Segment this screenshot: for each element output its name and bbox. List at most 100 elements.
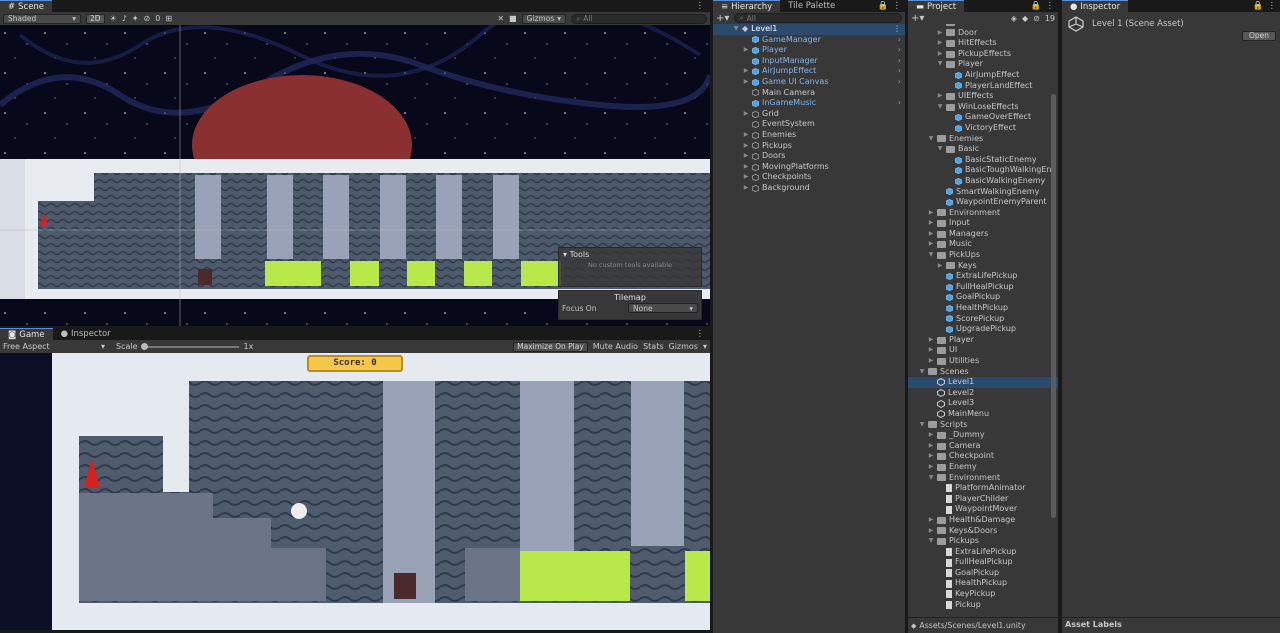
tab-inspector[interactable]: ● Inspector xyxy=(1062,0,1129,12)
project-item[interactable]: SmartWalkingEnemy xyxy=(908,187,1058,198)
project-item[interactable]: ExtraLifePickup xyxy=(908,547,1058,558)
lock-icon[interactable]: 🔒 xyxy=(878,1,889,11)
project-item[interactable]: GoalPickup xyxy=(908,568,1058,579)
scene-viewport[interactable]: ▾ Tools No custom tools available Tilema… xyxy=(0,25,710,326)
search-by-type-icon[interactable]: ◈ xyxy=(1011,14,1017,23)
gizmos-dropdown[interactable]: Gizmos ▾ xyxy=(521,13,566,24)
expand-arrow-icon[interactable]: ▶ xyxy=(928,451,934,462)
chevron-down-icon[interactable]: ▾ xyxy=(703,342,707,351)
chevron-right-icon[interactable]: › xyxy=(898,45,901,56)
expand-arrow-icon[interactable]: ▶ xyxy=(937,49,943,60)
chevron-right-icon[interactable]: › xyxy=(898,77,901,88)
project-item[interactable]: Pickup xyxy=(908,600,1058,611)
project-item[interactable]: ScorePickup xyxy=(908,314,1058,325)
hierarchy-item[interactable]: ▶ Enemies xyxy=(713,130,905,141)
mute-audio-toggle[interactable]: Mute Audio xyxy=(593,342,638,351)
expand-arrow-icon[interactable]: ▼ xyxy=(937,102,943,113)
project-item[interactable]: FullHealPickup xyxy=(908,557,1058,568)
project-scrollbar[interactable] xyxy=(1051,94,1056,518)
project-item[interactable]: MainMenu xyxy=(908,409,1058,420)
project-item[interactable]: ▶ Keys xyxy=(908,261,1058,272)
hidden-objects-icon[interactable]: ⊘ xyxy=(144,14,151,23)
stats-toggle[interactable]: Stats xyxy=(643,342,663,351)
project-item[interactable]: WaypointMover xyxy=(908,504,1058,515)
project-item[interactable]: ▼ Enemies xyxy=(908,134,1058,145)
hierarchy-item[interactable]: GameManager › xyxy=(713,35,905,46)
more-menu-icon[interactable]: ⋮ xyxy=(696,329,711,339)
project-item[interactable]: ExtraLifePickup xyxy=(908,271,1058,282)
hierarchy-item[interactable]: ▶ Doors xyxy=(713,151,905,162)
expand-arrow-icon[interactable]: ▼ xyxy=(919,367,925,378)
project-item[interactable]: ▼ Player xyxy=(908,59,1058,70)
expand-arrow-icon[interactable]: ▶ xyxy=(928,356,934,367)
more-menu-icon[interactable]: ⋮ xyxy=(1042,1,1059,11)
hierarchy-item[interactable]: ▶ MovingPlatforms xyxy=(713,162,905,173)
scene-root-row[interactable]: ▼ ◆ Level1 ⋮ xyxy=(713,24,905,35)
tab-inspector-lower[interactable]: ● Inspector xyxy=(53,328,119,340)
project-item[interactable]: ▶ Enemy xyxy=(908,462,1058,473)
expand-arrow-icon[interactable]: ▶ xyxy=(937,38,943,49)
expand-arrow-icon[interactable]: ▶ xyxy=(928,208,934,219)
game-viewport[interactable]: Score: 0 xyxy=(0,353,710,630)
chevron-right-icon[interactable]: › xyxy=(898,56,901,67)
2d-toggle[interactable]: 2D xyxy=(86,13,105,24)
expand-arrow-icon[interactable]: ▶ xyxy=(928,335,934,346)
project-item[interactable]: HealthPickup xyxy=(908,578,1058,589)
expand-arrow-icon[interactable]: ▼ xyxy=(919,420,925,431)
hierarchy-item[interactable]: ▶ Checkpoints xyxy=(713,172,905,183)
lock-icon[interactable]: 🔒 xyxy=(1031,1,1042,11)
audio-icon[interactable]: ♪ xyxy=(122,14,127,23)
project-item[interactable]: BasicWalkingEnemy xyxy=(908,176,1058,187)
project-item[interactable]: BasicToughWalkingEn xyxy=(908,165,1058,176)
project-item[interactable]: AirJumpEffect xyxy=(908,70,1058,81)
project-item[interactable]: UpgradePickup xyxy=(908,324,1058,335)
chevron-right-icon[interactable]: › xyxy=(898,98,901,109)
project-item[interactable]: ▶ Utilities xyxy=(908,356,1058,367)
expand-arrow-icon[interactable]: ▶ xyxy=(928,229,934,240)
expand-arrow-icon[interactable]: ▶ xyxy=(928,515,934,526)
project-item[interactable]: ▶ Managers xyxy=(908,229,1058,240)
project-item[interactable]: ▶ Health&Damage xyxy=(908,515,1058,526)
project-item[interactable]: ▶ Player xyxy=(908,335,1058,346)
project-item[interactable]: Level2 xyxy=(908,388,1058,399)
project-item[interactable]: BasicStaticEnemy xyxy=(908,155,1058,166)
expand-arrow-icon[interactable]: ▶ xyxy=(743,141,749,152)
expand-arrow-icon[interactable]: ▶ xyxy=(928,430,934,441)
open-button[interactable]: Open xyxy=(1241,31,1276,41)
project-item[interactable]: Level3 xyxy=(908,398,1058,409)
project-item[interactable]: HealthPickup xyxy=(908,303,1058,314)
expand-arrow-icon[interactable]: ▶ xyxy=(937,261,943,272)
chevron-right-icon[interactable]: › xyxy=(898,35,901,46)
tab-project[interactable]: ▬ Project xyxy=(908,0,965,12)
add-icon[interactable]: +▾ xyxy=(716,13,729,24)
project-item[interactable]: ▶ Environment xyxy=(908,208,1058,219)
hierarchy-search-input[interactable]: ⌕ All xyxy=(734,13,902,23)
focus-on-dropdown[interactable]: None ▾ xyxy=(628,303,698,313)
more-menu-icon[interactable]: ⋮ xyxy=(893,24,901,35)
expand-arrow-icon[interactable]: ▶ xyxy=(928,462,934,473)
expand-arrow-icon[interactable]: ▶ xyxy=(928,239,934,250)
project-item[interactable]: ▶ Door xyxy=(908,28,1058,39)
project-item[interactable]: ▶ Camera xyxy=(908,441,1058,452)
camera-icon[interactable]: ■ xyxy=(509,14,517,23)
project-item[interactable]: KeyPickup xyxy=(908,589,1058,600)
project-item[interactable]: WaypointEnemyParent xyxy=(908,197,1058,208)
expand-arrow-icon[interactable]: ▼ xyxy=(928,250,934,261)
project-item[interactable]: ▶ UIEffects xyxy=(908,91,1058,102)
expand-arrow-icon[interactable]: ▶ xyxy=(743,151,749,162)
project-item[interactable]: FullHealPickup xyxy=(908,282,1058,293)
expand-arrow-icon[interactable]: ▼ xyxy=(937,59,943,70)
hierarchy-item[interactable]: ▶ Player › xyxy=(713,45,905,56)
project-item[interactable]: ▶ Keys&Doors xyxy=(908,526,1058,537)
expand-arrow-icon[interactable]: ▶ xyxy=(743,45,749,56)
project-item[interactable]: PlayerLandEffect xyxy=(908,81,1058,92)
hierarchy-item[interactable]: ▶ Background xyxy=(713,183,905,194)
more-menu-icon[interactable]: ⋮ xyxy=(889,1,906,11)
scene-search-input[interactable]: ⌕ All xyxy=(571,13,707,24)
slider-handle[interactable] xyxy=(140,342,148,350)
project-item[interactable]: ▶ PickupEffects xyxy=(908,49,1058,60)
project-item[interactable]: PlatformAnimator xyxy=(908,483,1058,494)
expand-arrow-icon[interactable]: ▶ xyxy=(743,183,749,194)
hierarchy-item[interactable]: ▶ Pickups xyxy=(713,141,905,152)
tab-scene[interactable]: # Scene xyxy=(0,0,53,12)
